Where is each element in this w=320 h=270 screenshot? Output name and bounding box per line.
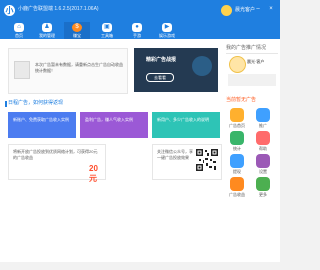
tile-new-account[interactable]: 新账户、免费获取广告收入实例 bbox=[8, 112, 76, 138]
section-marker bbox=[5, 101, 7, 107]
shortcut-label: 推广 bbox=[259, 123, 267, 128]
shortcut-label: 帮助 bbox=[259, 146, 267, 151]
tab-label: 娱乐游戏 bbox=[159, 33, 175, 38]
tab-label: 工具箱 bbox=[101, 33, 113, 38]
home-icon: ⌂ bbox=[14, 23, 24, 32]
tab-toolbox[interactable]: ▣ 工具箱 bbox=[94, 22, 120, 39]
tab-label: 手游 bbox=[133, 33, 141, 38]
wechat-card: 关注微信公众号，享一键广告投放效果 bbox=[152, 144, 222, 180]
banner-title: 精彩广告战报 bbox=[146, 57, 177, 63]
notice-card: 本次广告暂未有数据，请重新点击生广告自动收益统计数据！ bbox=[8, 48, 128, 94]
shortcut-withdraw[interactable] bbox=[230, 154, 244, 168]
user-name[interactable]: 晨光客户 bbox=[235, 7, 255, 14]
tab-my-management[interactable]: ♟ 我的管理 bbox=[34, 22, 60, 39]
tile-text: 盈利广告，赚人气收入实例 bbox=[85, 117, 133, 122]
tile-text: 新账户、免费获取广告收入实例 bbox=[13, 117, 69, 122]
profile-avatar[interactable] bbox=[229, 56, 246, 73]
game-icon: ● bbox=[132, 23, 142, 32]
divider bbox=[226, 53, 278, 54]
notice-text: 本次广告暂未有数据，请重新点击生广告自动收益统计数据！ bbox=[35, 62, 123, 73]
reward-text: 将新开放广告投放到优质网络计划，可获得20元的广告收益 bbox=[13, 149, 98, 160]
right-panel-title: 我的广告推广情况 bbox=[226, 45, 267, 51]
tab-label: 我的管理 bbox=[39, 33, 55, 38]
shortcut-label: 广告首页 bbox=[229, 123, 245, 128]
profile-info-box bbox=[228, 74, 276, 86]
shortcut-label: 统计 bbox=[233, 146, 241, 151]
tab-mobile-games[interactable]: ● 手游 bbox=[124, 22, 150, 39]
shortcut-label: 设置 bbox=[259, 169, 267, 174]
banner-decoration bbox=[192, 56, 212, 76]
app-window: 小 小鹿广告联盟端 1.6.2.5(2017.1.06A) 晨光客户 – × ⌂… bbox=[0, 0, 280, 262]
shortcut-more[interactable] bbox=[256, 177, 270, 191]
window-title: 小鹿广告联盟端 1.6.2.5(2017.1.06A) bbox=[18, 6, 99, 12]
main-nav: ⌂ 首页 ♟ 我的管理 $ 赚宝 ▣ 工具箱 ● 手游 ▶ 娱乐游戏 bbox=[0, 22, 280, 39]
close-icon[interactable]: × bbox=[267, 5, 275, 13]
play-icon: ▶ bbox=[162, 23, 172, 32]
shortcut-settings[interactable] bbox=[256, 154, 270, 168]
tab-home[interactable]: ⌂ 首页 bbox=[6, 22, 32, 39]
toolbox-icon: ▣ bbox=[102, 23, 112, 32]
document-icon bbox=[14, 61, 30, 79]
current-ad-status: 当前暂无广告 bbox=[226, 97, 257, 103]
coin-icon: $ bbox=[72, 23, 82, 32]
section-title: 日程广告，如何获得返现 bbox=[8, 100, 64, 106]
shortcut-ad-income[interactable] bbox=[230, 177, 244, 191]
tab-label: 首页 bbox=[15, 33, 23, 38]
wechat-text: 关注微信公众号，享一键广告投放效果 bbox=[157, 149, 193, 160]
user-avatar[interactable] bbox=[221, 5, 232, 16]
promo-banner[interactable]: 精彩广告战报 去看看 bbox=[134, 48, 218, 92]
shortcut-label: 广告收益 bbox=[229, 192, 245, 197]
shortcut-help[interactable] bbox=[256, 131, 270, 145]
tile-text: 新用户、多少广告收入的说明 bbox=[157, 117, 209, 122]
qr-code-icon bbox=[195, 148, 219, 172]
title-bar: 小 小鹿广告联盟端 1.6.2.5(2017.1.06A) 晨光客户 – × bbox=[0, 0, 280, 22]
shortcut-ad-home[interactable] bbox=[230, 108, 244, 122]
reward-amount: 20元 bbox=[89, 164, 98, 183]
tab-earn[interactable]: $ 赚宝 bbox=[64, 22, 90, 39]
user-icon: ♟ bbox=[42, 23, 52, 32]
banner-button[interactable]: 去看看 bbox=[146, 73, 174, 82]
main-content: 本次广告暂未有数据，请重新点击生广告自动收益统计数据！ 精彩广告战报 去看看 我… bbox=[0, 39, 280, 262]
footer-strip bbox=[0, 262, 280, 270]
shortcut-stats[interactable] bbox=[230, 131, 244, 145]
shortcut-label: 更多 bbox=[259, 192, 267, 197]
reward-card[interactable]: 将新开放广告投放到优质网络计划，可获得20元的广告收益 20元 bbox=[8, 144, 106, 183]
shortcut-promote[interactable] bbox=[256, 108, 270, 122]
minimize-icon[interactable]: – bbox=[254, 5, 262, 13]
tile-profit-ads[interactable]: 盈利广告，赚人气收入实例 bbox=[80, 112, 148, 138]
tab-entertainment-games[interactable]: ▶ 娱乐游戏 bbox=[154, 22, 180, 39]
shortcut-label: 提现 bbox=[233, 169, 241, 174]
tile-new-user[interactable]: 新用户、多少广告收入的说明 bbox=[152, 112, 220, 138]
app-logo: 小 bbox=[4, 5, 15, 16]
profile-name: 晨光·客户 bbox=[247, 59, 265, 64]
tab-label: 赚宝 bbox=[73, 33, 81, 38]
